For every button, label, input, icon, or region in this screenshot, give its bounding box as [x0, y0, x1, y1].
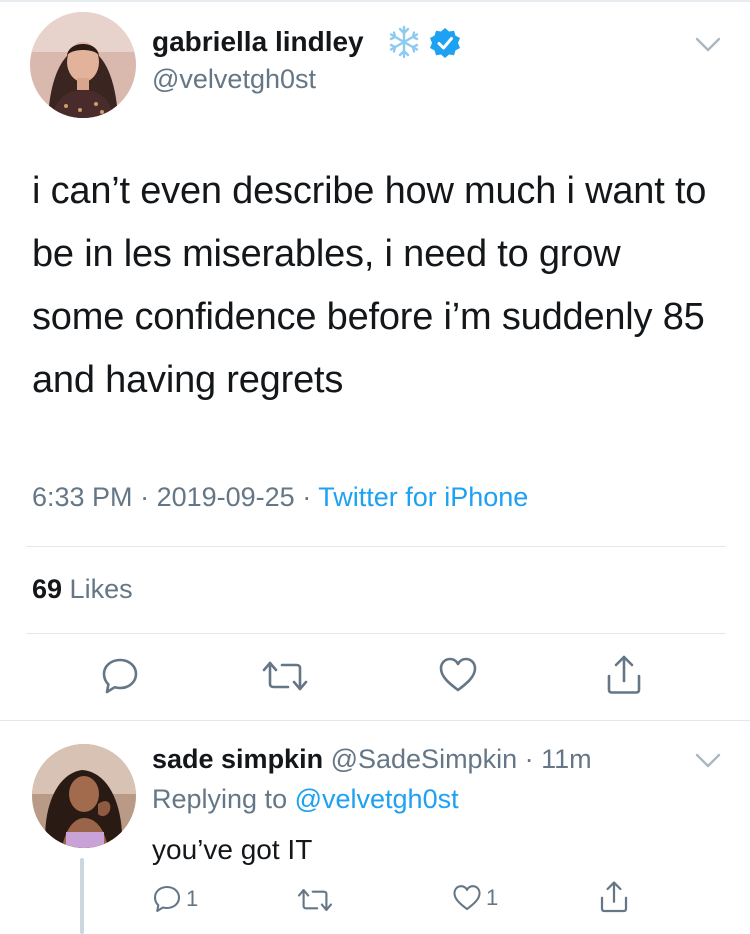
meta-separator: · — [517, 744, 542, 774]
chevron-down-icon[interactable] — [694, 752, 722, 770]
tweet-time: 6:33 PM — [32, 482, 133, 512]
thread-line — [80, 858, 84, 934]
meta-separator: · — [294, 482, 319, 512]
reply-retweet-button[interactable] — [296, 886, 334, 914]
reply-reply-button[interactable]: 1 — [152, 884, 198, 914]
divider — [26, 633, 726, 634]
reply-time: 11m — [541, 744, 592, 774]
heart-icon — [453, 885, 481, 911]
tweet-text: i can’t even describe how much i want to… — [32, 170, 707, 401]
chevron-down-icon[interactable] — [694, 36, 722, 54]
verified-badge-icon — [428, 26, 462, 60]
snowflake-icon — [386, 24, 422, 60]
reply-header: sade simpkin @SadeSimpkin · 11m — [152, 744, 592, 775]
share-icon — [600, 881, 628, 913]
tweet-metadata: 6:33 PM · 2019-09-25 · Twitter for iPhon… — [32, 482, 528, 513]
divider — [26, 546, 726, 547]
tweet-date: 2019-09-25 — [156, 482, 295, 512]
reply-icon — [153, 885, 181, 913]
replying-to-mention[interactable]: @velvetgh0st — [295, 784, 459, 814]
replying-to-label: Replying to — [152, 784, 295, 814]
likes-summary[interactable]: 69 Likes — [32, 574, 133, 605]
reply-button[interactable] — [100, 656, 140, 696]
tweet-source-link[interactable]: Twitter for iPhone — [318, 482, 528, 512]
reply-author-display-name[interactable]: sade simpkin — [152, 744, 323, 774]
likes-count: 69 — [32, 574, 63, 604]
reply-like-count: 1 — [486, 885, 499, 910]
meta-separator: · — [132, 482, 157, 512]
reply-icon — [102, 658, 138, 694]
top-divider — [0, 0, 750, 2]
like-button[interactable] — [438, 656, 478, 694]
author-handle[interactable]: @velvetgh0st — [152, 64, 316, 95]
author-avatar[interactable] — [30, 12, 136, 118]
reply-text: you’ve got IT — [152, 834, 313, 865]
reply-author-avatar[interactable] — [32, 744, 136, 848]
divider — [0, 720, 750, 721]
reply-count: 1 — [186, 886, 199, 911]
replying-to-line: Replying to @velvetgh0st — [152, 784, 459, 815]
retweet-icon — [297, 889, 333, 911]
share-icon — [607, 655, 641, 694]
reply-author-handle[interactable]: @SadeSimpkin — [331, 744, 518, 774]
likes-label: Likes — [62, 574, 133, 604]
retweet-icon — [262, 661, 308, 691]
retweet-button[interactable] — [260, 658, 310, 694]
reply-like-button[interactable]: 1 — [452, 884, 498, 912]
heart-icon — [439, 657, 477, 692]
share-button[interactable] — [604, 654, 644, 696]
reply-share-button[interactable] — [598, 880, 630, 914]
author-display-name[interactable]: gabriella lindley — [152, 26, 364, 58]
